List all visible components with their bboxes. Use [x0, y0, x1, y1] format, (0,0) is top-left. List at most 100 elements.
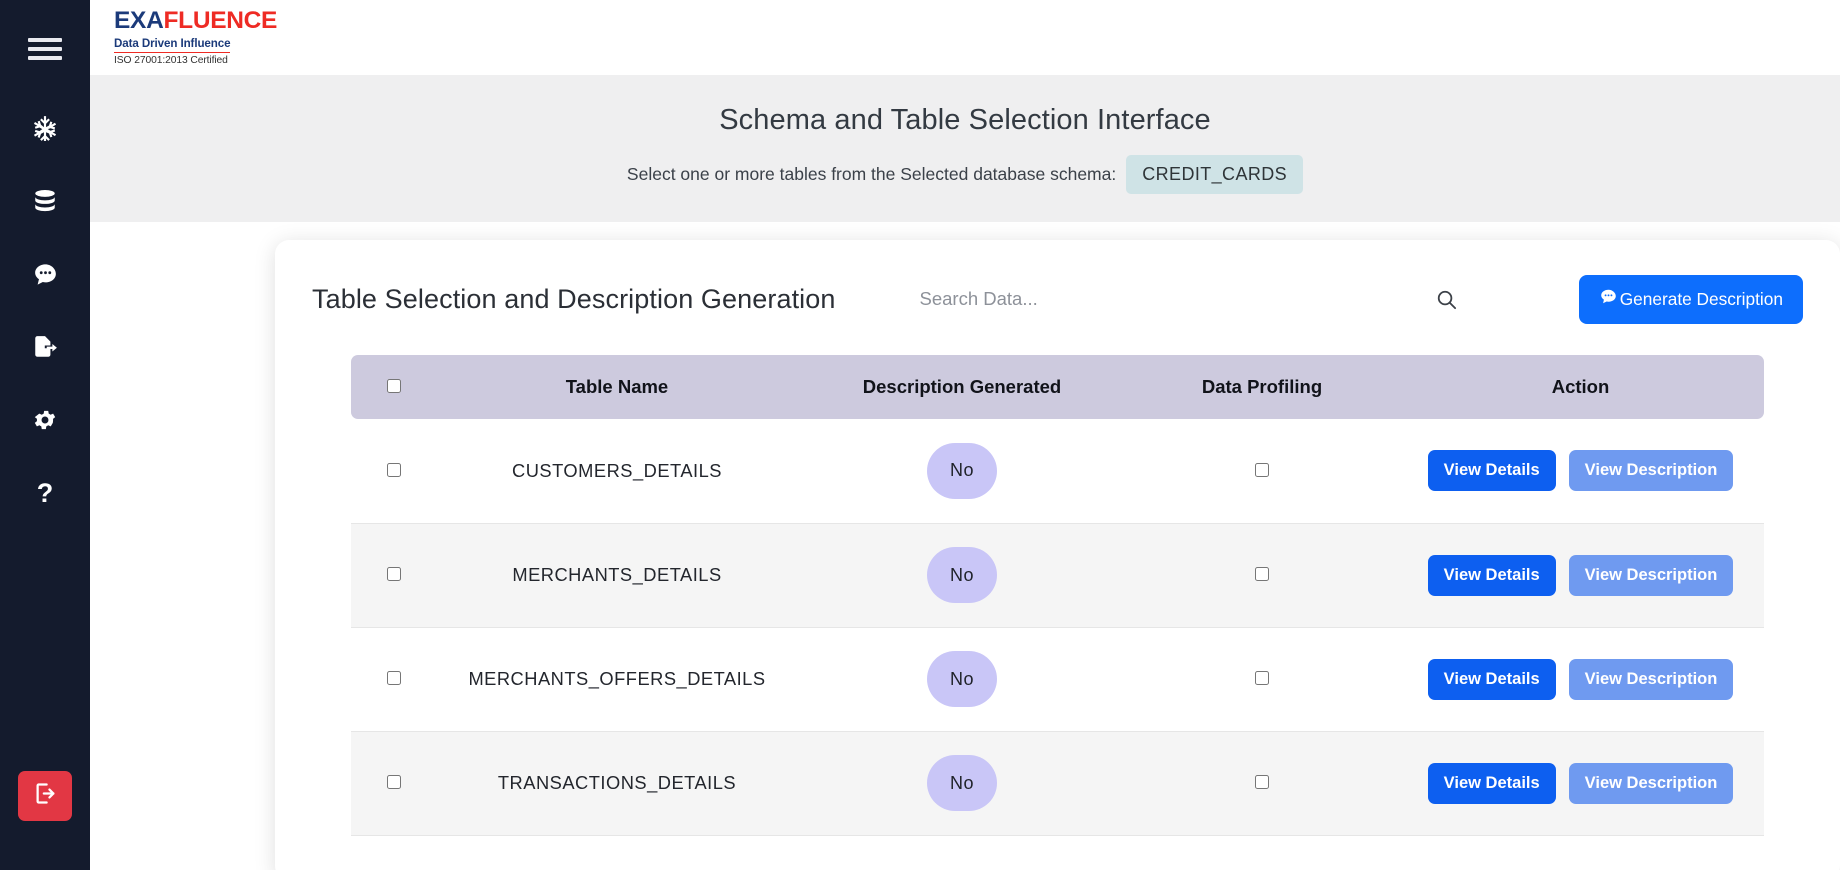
view-details-button[interactable]: View Details: [1427, 658, 1556, 700]
search-icon[interactable]: [1435, 288, 1458, 311]
table-row: MERCHANTS_OFFERS_DETAILS No View Details Vi…: [351, 627, 1764, 732]
cell-data-profiling: [1127, 419, 1397, 524]
cell-action: View Details View Description: [1397, 523, 1764, 628]
schema-badge[interactable]: CREDIT_CARDS: [1126, 154, 1304, 194]
view-description-button[interactable]: View Description: [1568, 554, 1734, 596]
data-profiling-checkbox[interactable]: [1255, 671, 1269, 685]
sidebar-item-snowflake[interactable]: [17, 100, 73, 156]
hero-subtitle-row: Select one or more tables from the Selec…: [626, 154, 1304, 194]
hero-banner: Schema and Table Selection Interface Sel…: [90, 75, 1840, 222]
cell-table-name: MERCHANTS_OFFERS_DETAILS: [437, 627, 797, 732]
table-row: TRANSACTIONS_DETAILS No View Details View D…: [351, 731, 1764, 836]
view-details-button[interactable]: View Details: [1427, 554, 1556, 596]
view-description-button[interactable]: View Description: [1568, 450, 1734, 492]
description-generated-badge: No: [927, 547, 997, 603]
gear-icon: [32, 407, 58, 433]
table-row: MERCHANTS_DETAILS No View Details View Desc…: [351, 523, 1764, 628]
search-box: [917, 282, 1458, 316]
brand-logo: EXAFLUENCE Data Driven Influence ISO 270…: [114, 7, 277, 66]
main-content: EXAFLUENCE Data Driven Influence ISO 270…: [90, 0, 1840, 870]
row-select-cell: [351, 523, 437, 628]
cell-description-generated: No: [797, 627, 1127, 732]
cell-action: View Details View Description: [1397, 419, 1764, 524]
tables-table: Table Name Description Generated Data Pr…: [351, 355, 1764, 836]
table-head: Table Name Description Generated Data Pr…: [351, 355, 1764, 419]
cell-action: View Details View Description: [1397, 627, 1764, 732]
cell-table-name: CUSTOMERS_DETAILS: [437, 419, 797, 524]
page-title: Schema and Table Selection Interface: [719, 103, 1211, 136]
brand-tagline: Data Driven Influence: [114, 37, 231, 53]
table-selection-card: Table Selection and Description Generati…: [275, 240, 1840, 870]
action-buttons: View Details View Description: [1397, 554, 1764, 596]
hamburger-bar: [28, 56, 62, 60]
cell-data-profiling: [1127, 523, 1397, 628]
column-header-action: Action: [1397, 355, 1764, 419]
select-all-header: [351, 355, 437, 419]
chat-bubble-icon: [32, 261, 59, 288]
cell-action: View Details View Description: [1397, 731, 1764, 836]
action-buttons: View Details View Description: [1397, 658, 1764, 700]
table-row: CUSTOMERS_DETAILS No View Details View Desc…: [351, 419, 1764, 524]
view-details-button[interactable]: View Details: [1427, 762, 1556, 804]
sidebar-item-database[interactable]: [17, 173, 73, 229]
generate-description-button[interactable]: Generate Description: [1578, 274, 1803, 324]
hamburger-bar: [28, 47, 62, 51]
hero-subtitle: Select one or more tables from the Selec…: [626, 163, 1117, 184]
view-description-button[interactable]: View Description: [1568, 762, 1734, 804]
table-header-row: Table Name Description Generated Data Pr…: [351, 355, 1764, 419]
data-profiling-checkbox[interactable]: [1255, 462, 1269, 477]
row-select-checkbox[interactable]: [387, 567, 401, 581]
cell-data-profiling: [1127, 731, 1397, 836]
column-header-description-generated: Description Generated: [797, 355, 1127, 419]
snowflake-icon: [32, 115, 58, 141]
hamburger-menu-icon[interactable]: [28, 38, 62, 60]
generate-description-label: Generate Description: [1619, 288, 1783, 309]
sidebar-nav: ?: [17, 100, 73, 538]
row-select-checkbox[interactable]: [387, 462, 401, 477]
row-select-checkbox[interactable]: [387, 671, 401, 685]
view-description-button[interactable]: View Description: [1568, 658, 1734, 700]
brand-word-fluence: FLUENCE: [163, 7, 278, 34]
action-buttons: View Details View Description: [1397, 450, 1764, 492]
sidebar-item-export[interactable]: [17, 319, 73, 375]
row-select-cell: [351, 627, 437, 732]
cell-description-generated: No: [797, 731, 1127, 836]
file-export-icon: [32, 334, 58, 360]
hamburger-bar: [28, 38, 62, 42]
cell-table-name: TRANSACTIONS_DETAILS: [437, 731, 797, 836]
brand-certification: ISO 27001:2013 Certified: [114, 54, 228, 66]
cell-description-generated: No: [797, 419, 1127, 524]
database-icon: [32, 188, 58, 214]
column-header-table-name: Table Name: [437, 355, 797, 419]
view-details-button[interactable]: View Details: [1427, 450, 1556, 492]
description-generated-badge: No: [927, 651, 997, 707]
cell-description-generated: No: [797, 523, 1127, 628]
top-bar: EXAFLUENCE Data Driven Influence ISO 270…: [90, 0, 1840, 75]
row-select-cell: [351, 419, 437, 524]
search-input[interactable]: [917, 282, 1458, 316]
sidebar: ?: [0, 0, 90, 870]
help-question-icon: ?: [36, 477, 54, 508]
logout-button[interactable]: [18, 771, 72, 821]
sidebar-item-help[interactable]: ?: [17, 465, 73, 521]
logout-icon: [32, 780, 59, 812]
card-header: Table Selection and Description Generati…: [312, 240, 1803, 350]
sidebar-item-settings[interactable]: [17, 392, 73, 448]
action-buttons: View Details View Description: [1397, 762, 1764, 804]
description-generated-badge: No: [927, 755, 997, 811]
cell-table-name: MERCHANTS_DETAILS: [437, 523, 797, 628]
cell-data-profiling: [1127, 627, 1397, 732]
card-title: Table Selection and Description Generati…: [312, 283, 836, 314]
select-all-checkbox[interactable]: [387, 379, 401, 393]
description-generated-badge: No: [927, 442, 997, 499]
data-profiling-checkbox[interactable]: [1255, 567, 1269, 581]
app-root: ? EXAFLUENCE Data Driven Influence ISO 2…: [0, 0, 1840, 870]
brand-word-exa: EXA: [114, 7, 164, 34]
sidebar-item-chat[interactable]: [17, 246, 73, 302]
row-select-cell: [351, 731, 437, 836]
chat-bubble-icon: [1599, 287, 1618, 311]
data-profiling-checkbox[interactable]: [1255, 775, 1269, 789]
column-header-data-profiling: Data Profiling: [1127, 355, 1397, 419]
row-select-checkbox[interactable]: [387, 775, 401, 789]
brand-wordmark: EXAFLUENCE: [114, 7, 277, 34]
